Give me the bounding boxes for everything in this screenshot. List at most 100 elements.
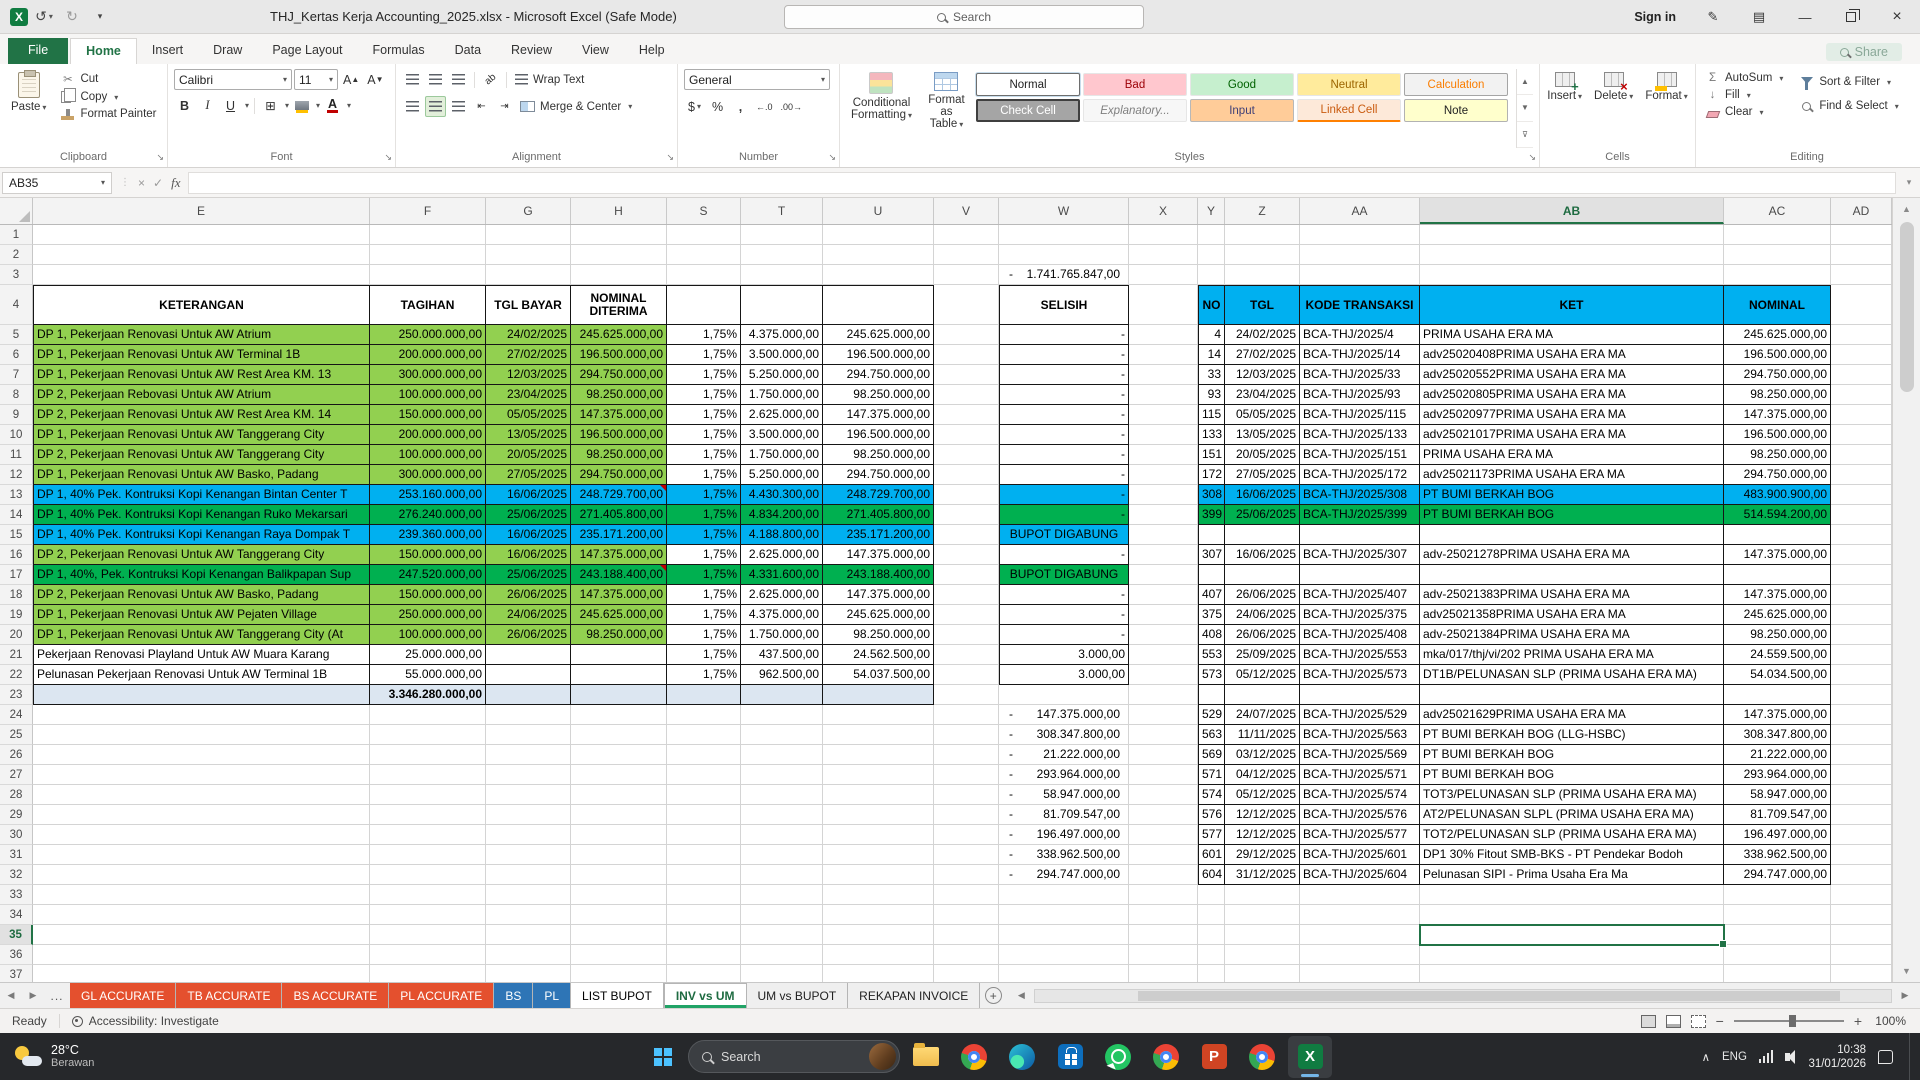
delete-cells-button[interactable]: Delete▾ (1589, 69, 1638, 148)
cell-G17[interactable]: 25/06/2025 (486, 565, 571, 585)
cell-AC19[interactable]: 245.625.000,00 (1724, 605, 1831, 625)
cell-F10[interactable]: 200.000.000,00 (370, 425, 486, 445)
cell-Z12[interactable]: 27/05/2025 (1225, 465, 1300, 485)
cell-Y7[interactable]: 33 (1198, 365, 1225, 385)
cell-AD28[interactable] (1831, 785, 1892, 805)
cell-S31[interactable] (667, 845, 741, 865)
cell-F24[interactable] (370, 705, 486, 725)
cell-H14[interactable]: 271.405.800,00 (571, 505, 667, 525)
cell-T12[interactable]: 5.250.000,00 (741, 465, 823, 485)
cell-AB28[interactable]: TOT3/PELUNASAN SLP (PRIMA USAHA ERA MA) (1420, 785, 1724, 805)
cell-AD3[interactable] (1831, 265, 1892, 285)
cell-AA8[interactable]: BCA-THJ/2025/93 (1300, 385, 1420, 405)
find-select-button[interactable]: Find & Select▾ (1796, 99, 1901, 113)
accounting-format-icon[interactable]: $▾ (684, 96, 705, 117)
cell-AC20[interactable]: 98.250.000,00 (1724, 625, 1831, 645)
row-header-37[interactable]: 37 (0, 965, 33, 982)
cell-W30[interactable]: -196.497.000,00 (999, 825, 1129, 845)
cell-Y17[interactable] (1198, 565, 1225, 585)
zoom-slider-thumb[interactable] (1789, 1015, 1796, 1027)
cell-S3[interactable] (667, 265, 741, 285)
cell-S12[interactable]: 1,75% (667, 465, 741, 485)
cell-style-neutral[interactable]: Neutral (1297, 73, 1401, 96)
cell-Y33[interactable] (1198, 885, 1225, 905)
cell-U20[interactable]: 98.250.000,00 (823, 625, 934, 645)
cell-W29[interactable]: -81.709.547,00 (999, 805, 1129, 825)
cell-AD9[interactable] (1831, 405, 1892, 425)
cell-E17[interactable]: DP 1, 40%, Pek. Kontruksi Kopi Kenangan … (33, 565, 370, 585)
cell-style-note[interactable]: Note (1404, 99, 1508, 122)
cell-V30[interactable] (934, 825, 999, 845)
cell-AB4[interactable]: KET (1420, 285, 1724, 325)
cell-S24[interactable] (667, 705, 741, 725)
cell-Y20[interactable]: 408 (1198, 625, 1225, 645)
cell-AD25[interactable] (1831, 725, 1892, 745)
cell-G4[interactable]: TGL BAYAR (486, 285, 571, 325)
cell-F16[interactable]: 150.000.000,00 (370, 545, 486, 565)
cell-AD24[interactable] (1831, 705, 1892, 725)
alignment-dialog-launcher[interactable]: ↘ (666, 150, 674, 165)
cell-X3[interactable] (1129, 265, 1198, 285)
cell-W34[interactable] (999, 905, 1129, 925)
cell-AC31[interactable]: 338.962.500,00 (1724, 845, 1831, 865)
cell-F35[interactable] (370, 925, 486, 945)
cell-H32[interactable] (571, 865, 667, 885)
cell-AA32[interactable]: BCA-THJ/2025/604 (1300, 865, 1420, 885)
cell-U18[interactable]: 147.375.000,00 (823, 585, 934, 605)
cell-style-input[interactable]: Input (1190, 99, 1294, 122)
cell-U7[interactable]: 294.750.000,00 (823, 365, 934, 385)
cell-AC30[interactable]: 196.497.000,00 (1724, 825, 1831, 845)
cell-G6[interactable]: 27/02/2025 (486, 345, 571, 365)
cell-X8[interactable] (1129, 385, 1198, 405)
weather-widget[interactable]: 28°C Berawan (0, 1043, 108, 1070)
cell-W28[interactable]: -58.947.000,00 (999, 785, 1129, 805)
cell-T10[interactable]: 3.500.000,00 (741, 425, 823, 445)
chrome-3-taskbar-button[interactable] (1240, 1036, 1284, 1078)
cell-X25[interactable] (1129, 725, 1198, 745)
new-sheet-button[interactable]: + (980, 983, 1006, 1008)
chrome-2-taskbar-button[interactable] (1144, 1036, 1188, 1078)
cell-G13[interactable]: 16/06/2025 (486, 485, 571, 505)
cell-V15[interactable] (934, 525, 999, 545)
cell-H18[interactable]: 147.375.000,00 (571, 585, 667, 605)
cell-AB34[interactable] (1420, 905, 1724, 925)
cell-Y35[interactable] (1198, 925, 1225, 945)
cell-AB10[interactable]: adv25021017PRIMA USAHA ERA MA (1420, 425, 1724, 445)
cell-S16[interactable]: 1,75% (667, 545, 741, 565)
cell-AA16[interactable]: BCA-THJ/2025/307 (1300, 545, 1420, 565)
cell-style-check[interactable]: Check Cell (976, 99, 1080, 122)
cell-AB6[interactable]: adv25020408PRIMA USAHA ERA MA (1420, 345, 1724, 365)
paste-button[interactable]: Paste▾ (6, 69, 51, 148)
column-header-H[interactable]: H (571, 198, 667, 224)
normal-view-button[interactable] (1641, 1015, 1656, 1028)
row-header-15[interactable]: 15 (0, 525, 33, 545)
cell-S1[interactable] (667, 225, 741, 245)
column-header-V[interactable]: V (934, 198, 999, 224)
cell-AD23[interactable] (1831, 685, 1892, 705)
row-header-26[interactable]: 26 (0, 745, 33, 765)
format-cells-button[interactable]: Format▾ (1640, 69, 1692, 148)
cell-Z29[interactable]: 12/12/2025 (1225, 805, 1300, 825)
cell-T14[interactable]: 4.834.200,00 (741, 505, 823, 525)
ribbon-tab-draw[interactable]: Draw (198, 38, 257, 64)
redo-button[interactable]: ↻ (60, 5, 84, 29)
cell-AD35[interactable] (1831, 925, 1892, 945)
cell-W16[interactable]: - (999, 545, 1129, 565)
cell-Z15[interactable] (1225, 525, 1300, 545)
sheet-nav-prev-icon[interactable]: ◀ (0, 983, 22, 1008)
cell-U1[interactable] (823, 225, 934, 245)
cell-AC10[interactable]: 196.500.000,00 (1724, 425, 1831, 445)
increase-font-icon[interactable]: A▲ (340, 69, 362, 90)
cell-H24[interactable] (571, 705, 667, 725)
ribbon-tab-insert[interactable]: Insert (137, 38, 198, 64)
cell-Y10[interactable]: 133 (1198, 425, 1225, 445)
cell-T7[interactable]: 5.250.000,00 (741, 365, 823, 385)
cell-X7[interactable] (1129, 365, 1198, 385)
row-header-11[interactable]: 11 (0, 445, 33, 465)
cell-X13[interactable] (1129, 485, 1198, 505)
font-size-select[interactable]: 11▾ (294, 69, 338, 90)
cell-G29[interactable] (486, 805, 571, 825)
volume-icon[interactable] (1785, 1053, 1790, 1061)
cell-E1[interactable] (33, 225, 370, 245)
cell-AA33[interactable] (1300, 885, 1420, 905)
